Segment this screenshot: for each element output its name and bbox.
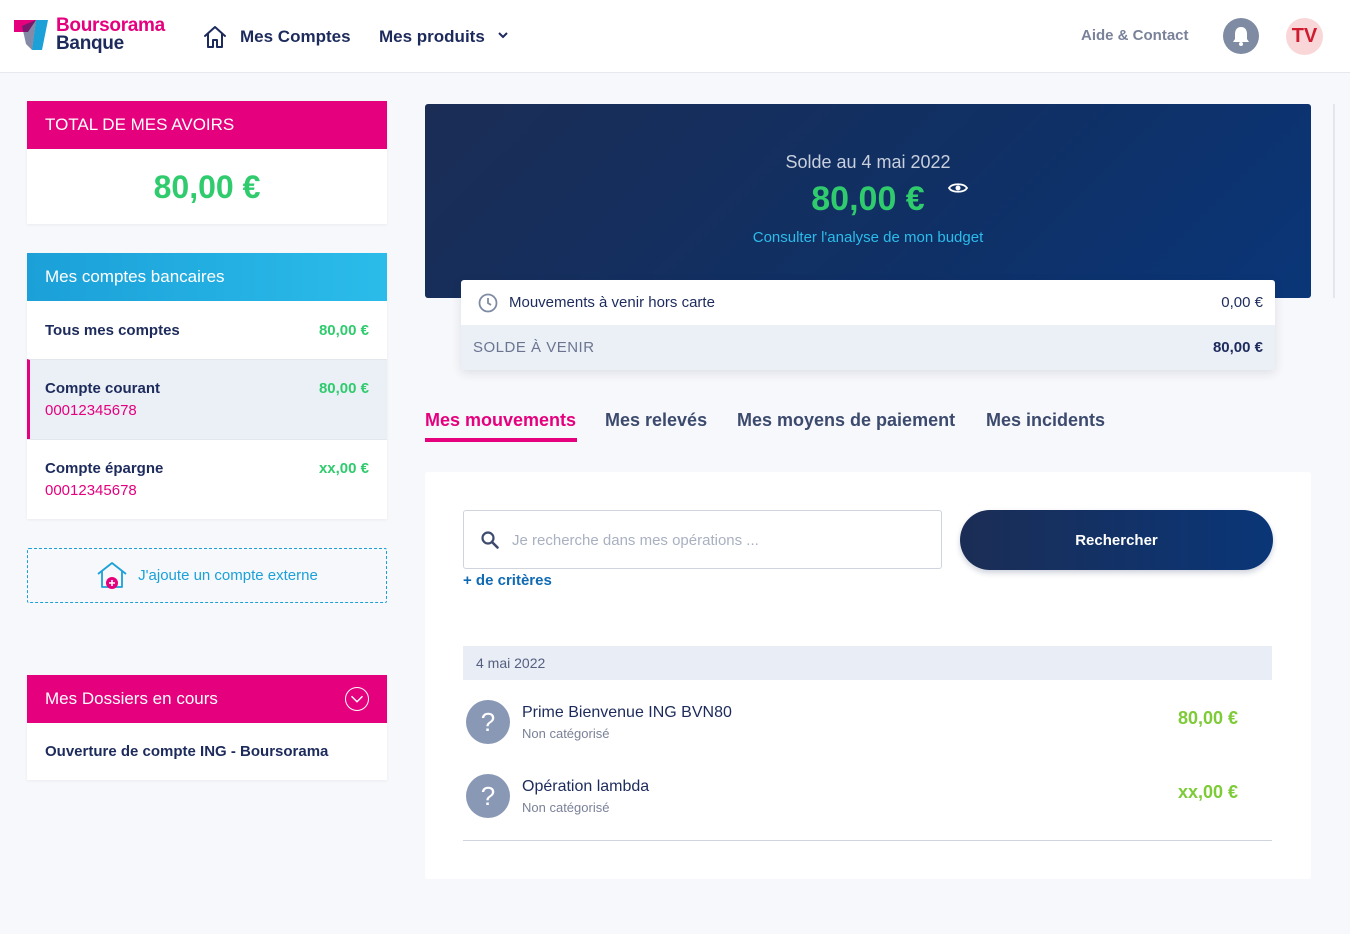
account-name: Compte courant [45,380,161,397]
active-tab-underline [425,438,577,442]
nav-mes-comptes[interactable]: Mes Comptes [240,27,351,47]
operation-amount: 80,00 € [1177,708,1238,728]
upcoming-value: 0,00 € [1221,294,1263,311]
upcoming-label: Mouvements à venir hors carte [509,294,715,311]
upcoming-balance-value: 80,00 € [1212,339,1263,356]
operations-panel: Rechercher + de critères 4 mai 2022 ? Pr… [425,472,1311,879]
home-icon[interactable] [202,24,228,50]
operation-row[interactable]: ? Prime Bienvenue ING BVN80 Non catégori… [463,694,1272,768]
total-assets-amount: 80,00 € [153,169,261,205]
boursorama-logo[interactable]: Boursorama Banque [14,16,184,57]
dossiers-card: Mes Dossiers en cours Ouverture de compt… [27,675,387,780]
operations-divider [463,840,1272,841]
logo-mark-icon [14,20,48,50]
question-mark-icon: ? [466,700,510,744]
dossier-item[interactable]: Ouverture de compte ING - Boursorama [27,723,387,780]
operation-category: Non catégorisé [522,800,610,815]
operation-category: Non catégorisé [522,726,610,741]
total-assets-card: TOTAL DE MES AVOIRS 80,00 € [27,101,387,224]
balance-hero: Solde au 4 mai 2022 80,00 € Consulter l'… [425,104,1311,298]
logo-line2: Banque [56,33,124,54]
account-amount: xx,00 € [318,460,369,477]
tab-mes-releves[interactable]: Mes relevés [605,410,707,431]
tab-mes-moyens-de-paiement[interactable]: Mes moyens de paiement [737,410,955,431]
operation-amount: xx,00 € [1177,782,1238,802]
house-plus-icon [97,561,127,589]
account-row-all[interactable]: Tous mes comptes 80,00 € [27,301,387,359]
add-external-account-label: J'ajoute un compte externe [138,567,318,584]
help-contact-link[interactable]: Aide & Contact [1081,27,1189,44]
account-amount: 80,00 € [318,322,369,339]
account-row-current[interactable]: Compte courant 00012345678 80,00 € [27,359,387,439]
account-name: Compte épargne [45,460,164,477]
tab-mes-incidents[interactable]: Mes incidents [986,410,1105,431]
chevron-down-icon [497,32,508,39]
nav-mes-produits-label: Mes produits [379,27,485,46]
account-number: 00012345678 [45,402,137,419]
balance-date: Solde au 4 mai 2022 [785,152,951,172]
bank-accounts-card: Mes comptes bancaires Tous mes comptes 8… [27,253,387,519]
operation-name: Prime Bienvenue ING BVN80 [522,704,732,721]
operation-name: Opération lambda [522,778,650,795]
user-avatar[interactable]: TV [1286,18,1323,55]
operation-row[interactable]: ? Opération lambda Non catégorisé xx,00 … [463,768,1272,842]
total-assets-title: TOTAL DE MES AVOIRS [27,101,387,149]
account-amount: 80,00 € [318,380,369,397]
account-name: Tous mes comptes [45,322,180,339]
upcoming-row[interactable]: Mouvements à venir hors carte 0,00 € [461,280,1275,325]
eye-icon[interactable] [948,181,968,195]
logo-text: Boursorama Banque [56,16,165,54]
search-box [463,510,942,569]
account-number: 00012345678 [45,482,137,499]
budget-analysis-link[interactable]: Consulter l'analyse de mon budget [425,229,1311,246]
operations-date-header: 4 mai 2022 [463,646,1272,680]
clock-icon [478,293,498,313]
top-header: Boursorama Banque Mes Comptes Mes produi… [0,0,1350,73]
upcoming-movements-card: Mouvements à venir hors carte 0,00 € SOL… [461,280,1275,370]
search-button[interactable]: Rechercher [960,510,1273,570]
tab-mes-mouvements[interactable]: Mes mouvements [425,410,576,431]
hero-side-shadow [1333,104,1335,298]
account-row-savings[interactable]: Compte épargne 00012345678 xx,00 € [27,439,387,519]
upcoming-balance-label: SOLDE À VENIR [473,339,595,356]
balance-amount: 80,00 € [811,180,925,218]
bell-icon [1233,27,1249,46]
upcoming-balance-row: SOLDE À VENIR 80,00 € [461,325,1275,370]
dossiers-header[interactable]: Mes Dossiers en cours [27,675,387,723]
dossiers-title: Mes Dossiers en cours [45,689,218,708]
chevron-down-circle-icon[interactable] [345,687,369,711]
search-icon [481,531,499,549]
notifications-button[interactable] [1223,18,1259,54]
nav-mes-produits[interactable]: Mes produits [379,27,508,47]
question-mark-icon: ? [466,774,510,818]
search-input[interactable] [512,525,922,555]
more-criteria-link[interactable]: + de critères [463,572,552,589]
bank-accounts-title: Mes comptes bancaires [27,253,387,301]
add-external-account-button[interactable]: J'ajoute un compte externe [27,548,387,603]
